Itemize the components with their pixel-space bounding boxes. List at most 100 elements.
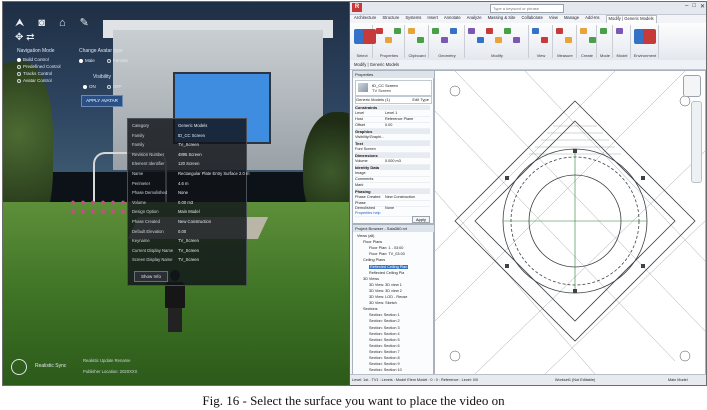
tab-item[interactable]: Architecture — [354, 15, 376, 23]
ribbon-tool-icon[interactable] — [495, 37, 502, 43]
tab-item[interactable]: Add-Ins — [585, 15, 599, 23]
3d-viewer[interactable]: ⮝ ◙ ⌂ ✎ ✥ ⇄ Navigation Mode Build Contro… — [3, 2, 349, 385]
rotate-icon[interactable]: ⇄ — [26, 32, 34, 43]
drawing-canvas[interactable] — [434, 70, 706, 375]
browser-tree-item[interactable]: Reflected Ceiling Plan — [369, 264, 409, 269]
property-row: Phase Created New Construction — [132, 219, 211, 224]
maximize-icon[interactable]: □ — [692, 3, 696, 10]
property-section-header[interactable]: Phasing — [355, 189, 430, 194]
browser-tree-item[interactable]: Section: Section 3 — [369, 326, 400, 330]
browser-tree-item[interactable]: Section: Section 8 — [369, 356, 400, 360]
property-section-header[interactable]: Constraints — [355, 105, 430, 110]
tab-item[interactable]: Structure — [382, 15, 399, 23]
tab-item[interactable]: Systems — [405, 15, 421, 23]
nav-option-tracks[interactable]: Tracks Control — [17, 71, 52, 76]
browser-tree-item[interactable]: Views (all) — [357, 234, 374, 238]
property-key: Volume — [132, 199, 146, 205]
minimize-icon[interactable]: – — [685, 3, 688, 10]
ribbon-tool-icon[interactable] — [513, 37, 520, 43]
property-section-header[interactable]: Text — [355, 141, 430, 146]
tab-item[interactable]: Insert — [427, 15, 437, 23]
browser-tree-item[interactable]: 3D Views — [363, 277, 379, 281]
ribbon-tool-icon[interactable] — [376, 28, 383, 34]
tab-item[interactable]: View — [549, 15, 558, 23]
ribbon-tool-icon[interactable] — [441, 37, 448, 43]
revit-app-icon[interactable]: R — [352, 3, 362, 12]
browser-tree-item[interactable]: Floor Plans — [363, 240, 382, 244]
visibility-on[interactable]: ON — [83, 84, 96, 89]
property-section-header[interactable]: Dimensions — [355, 153, 430, 158]
tab-item[interactable]: Collaborate — [522, 15, 543, 23]
ribbon-tool-icon[interactable] — [477, 37, 484, 43]
ribbon-tool-icon[interactable] — [408, 28, 415, 34]
close-icon[interactable]: ✕ — [700, 3, 705, 10]
ribbon-tool-icon[interactable] — [432, 28, 439, 34]
browser-tree-item[interactable]: 3D View: Sketch — [369, 301, 397, 305]
ribbon-tool-icon[interactable] — [504, 28, 511, 34]
property-section-header[interactable]: Identity Data — [355, 165, 430, 170]
browser-tree-item[interactable]: Section: Section 7 — [369, 350, 400, 354]
ribbon-tool-icon[interactable] — [541, 37, 548, 43]
tab-item[interactable]: Modify | Generic Models — [605, 15, 657, 23]
browser-tree-item[interactable]: Reflected Ceiling Pla — [369, 271, 404, 275]
tab-item[interactable]: Annotate — [444, 15, 461, 23]
move-icon[interactable]: ✥ — [15, 32, 23, 43]
ribbon-tool-icon[interactable] — [532, 28, 539, 34]
nav-option-predefined[interactable]: Predefined Control — [17, 64, 61, 69]
browser-tree-item[interactable]: Section: Section 9 — [369, 362, 400, 366]
edit-type-button[interactable]: Edit Type — [412, 97, 429, 103]
ribbon-tool-icon[interactable] — [565, 37, 572, 43]
nav-option-avatar[interactable]: Avatar Control — [17, 78, 52, 83]
nav-option-build[interactable]: Build Control — [17, 57, 49, 62]
browser-tree-item[interactable]: Section: Section 1 — [369, 313, 400, 317]
navigation-icon[interactable]: ⮝ — [15, 16, 24, 30]
property-row[interactable]: Phase Demolished None — [355, 201, 430, 210]
ribbon-tool-icon[interactable] — [450, 28, 457, 34]
apply-button[interactable]: Apply — [411, 216, 430, 223]
browser-tree-item[interactable]: 3D View: 3D view 1 — [369, 283, 402, 287]
ribbon-tool-icon[interactable] — [556, 28, 563, 34]
browser-tree-item[interactable]: 3D View: LOD - Reuse — [369, 295, 407, 299]
tab-item[interactable]: Analyze — [467, 15, 482, 23]
visibility-off[interactable]: OFF — [107, 84, 122, 89]
browser-tree-item[interactable]: 3D View: 3D view 2 — [369, 289, 402, 293]
navigation-bar[interactable] — [691, 101, 702, 183]
radio-selected-icon — [83, 84, 87, 89]
search-input[interactable]: Type a keyword or phrase — [490, 4, 564, 13]
browser-tree-item[interactable]: Sections — [363, 307, 378, 311]
ribbon-tool-icon[interactable] — [589, 37, 596, 43]
browser-tree-item[interactable]: Section: Section 2 — [369, 319, 400, 323]
design-option-selector[interactable]: Main Model — [668, 375, 688, 385]
avatar-option-male[interactable]: Male — [79, 58, 95, 63]
ribbon-tool-icon[interactable] — [468, 28, 475, 34]
ribbon-tool-icon[interactable] — [417, 37, 424, 43]
property-section-header[interactable]: Graphics — [355, 129, 430, 134]
camera-icon[interactable]: ◙ — [38, 16, 45, 30]
ribbon-tool-icon[interactable] — [600, 28, 607, 34]
wrench-icon[interactable]: ✎ — [80, 16, 89, 30]
viewcube-icon[interactable] — [683, 75, 701, 97]
browser-tree-item[interactable]: Section: Section 5 — [369, 338, 400, 342]
ribbon-tool-icon[interactable] — [486, 28, 493, 34]
instance-selector[interactable]: Generic Models (1) Edit Type — [355, 96, 432, 104]
show-info-button[interactable]: Show Info — [134, 271, 168, 282]
ribbon-tool-icon[interactable] — [580, 28, 587, 34]
workset-selector[interactable]: Workset1 (Not Editable) — [555, 375, 595, 385]
avatar-option-female[interactable]: Female — [107, 58, 128, 63]
browser-tree-item[interactable]: Section: Section 6 — [369, 344, 400, 348]
browser-tree-item[interactable]: Section: Section 10 — [369, 368, 402, 372]
tab-item[interactable]: Manage — [564, 15, 579, 23]
ribbon-tool-icon[interactable] — [385, 37, 392, 43]
ribbon-group: Model — [614, 25, 631, 58]
ribbon-tool-icon[interactable] — [394, 28, 401, 34]
home-icon[interactable]: ⌂ — [59, 16, 66, 30]
apply-avatar-button[interactable]: APPLY AVATAR — [81, 95, 123, 107]
ribbon-tool-icon[interactable] — [616, 28, 623, 34]
browser-tree-item[interactable]: Section: Section 4 — [369, 332, 400, 336]
browser-tree-item[interactable]: Ceiling Plans — [363, 258, 385, 262]
tab-item[interactable]: Massing & Site — [488, 15, 516, 23]
type-selector[interactable]: tD_CC Screen TV Screen — [355, 80, 432, 96]
browser-tree-item[interactable]: Floor Plan: TV_03:00 — [369, 252, 405, 256]
browser-tree-item[interactable]: Floor Plan: 1 - 03:00 — [369, 246, 403, 250]
ribbon-tool-icon[interactable] — [643, 29, 656, 44]
